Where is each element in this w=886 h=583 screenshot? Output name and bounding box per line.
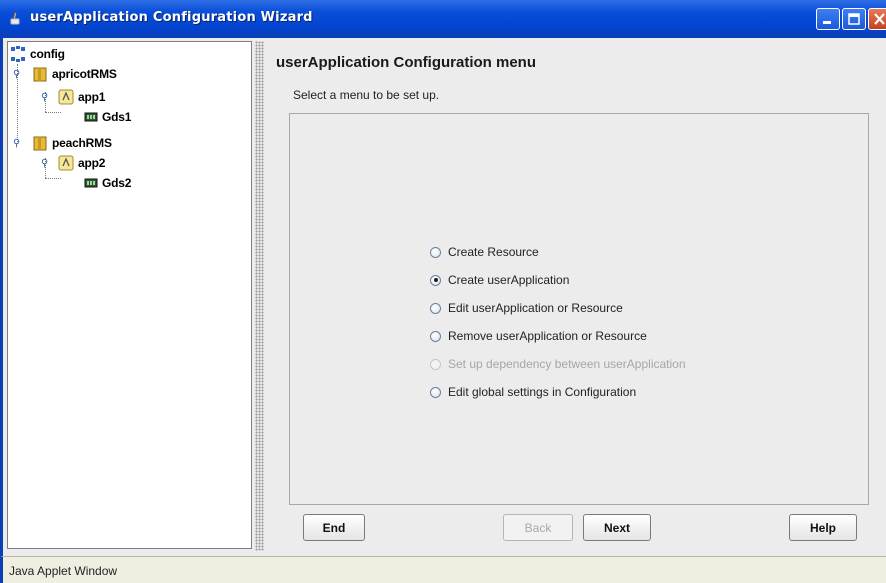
- option-set-up-dependency: Set up dependency between userApplicatio…: [430, 357, 686, 371]
- configuration-tree[interactable]: config ⚲ apricotRMS ⚲ app1 Gds1 ⚲ peachR…: [7, 41, 252, 549]
- status-text: Java Applet Window: [9, 564, 118, 578]
- radio-button[interactable]: [430, 274, 441, 286]
- option-label: Set up dependency between userApplicatio…: [448, 357, 686, 371]
- next-button[interactable]: Next: [583, 514, 651, 541]
- tree-node-gds1[interactable]: Gds1: [84, 109, 131, 125]
- radio-button[interactable]: [430, 386, 441, 398]
- option-create-resource[interactable]: Create Resource: [430, 245, 539, 259]
- title-bar: userApplication Configuration Wizard: [0, 0, 886, 38]
- tree-node-label: peachRMS: [52, 136, 112, 150]
- split-pane-divider[interactable]: [255, 41, 264, 551]
- tree-node-peachrms[interactable]: peachRMS: [32, 135, 112, 151]
- tree-node-label: apricotRMS: [52, 67, 117, 81]
- window-title: userApplication Configuration Wizard: [30, 10, 313, 25]
- tree-node-label: config: [30, 47, 65, 61]
- folder-icon: [33, 136, 47, 151]
- tree-node-label: app1: [78, 90, 106, 104]
- maximize-icon: [848, 13, 860, 25]
- tree-node-app1[interactable]: app1: [58, 89, 105, 105]
- option-remove-userapplication[interactable]: Remove userApplication or Resource: [430, 329, 647, 343]
- option-label: Edit global settings in Configuration: [448, 385, 637, 399]
- disk-resource-icon: [84, 112, 98, 122]
- close-button[interactable]: [868, 8, 886, 30]
- option-label: Create userApplication: [448, 273, 570, 287]
- option-label: Remove userApplication or Resource: [448, 329, 647, 343]
- option-label: Create Resource: [448, 245, 539, 259]
- option-label: Edit userApplication or Resource: [448, 301, 623, 315]
- help-button[interactable]: Help: [789, 514, 857, 541]
- tree-node-apricotrms[interactable]: apricotRMS: [32, 66, 117, 82]
- collapse-toggle-icon[interactable]: ⚲: [13, 138, 20, 149]
- tree-node-label: Gds2: [102, 176, 132, 190]
- application-icon: [58, 89, 74, 105]
- option-create-userapplication[interactable]: Create userApplication: [430, 273, 569, 287]
- radio-button[interactable]: [430, 302, 441, 314]
- back-button[interactable]: Back: [503, 514, 573, 541]
- minimize-icon: [823, 21, 831, 24]
- close-icon: [874, 13, 885, 25]
- page-title: userApplication Configuration menu: [276, 54, 537, 71]
- disk-resource-icon: [84, 178, 98, 188]
- collapse-toggle-icon[interactable]: ⚲: [13, 69, 20, 80]
- tree-node-label: app2: [78, 156, 106, 170]
- collapse-toggle-icon[interactable]: ⚲: [41, 158, 48, 169]
- end-button[interactable]: End: [303, 514, 365, 541]
- folder-icon: [33, 67, 47, 82]
- radio-button[interactable]: [430, 330, 441, 342]
- tree-line: [45, 112, 61, 113]
- status-bar: Java Applet Window: [0, 556, 886, 583]
- application-icon: [58, 155, 74, 171]
- tree-node-gds2[interactable]: Gds2: [84, 175, 131, 191]
- radio-button: [430, 358, 441, 370]
- radio-button[interactable]: [430, 246, 441, 258]
- minimize-button[interactable]: [816, 8, 840, 30]
- tree-node-app2[interactable]: app2: [58, 155, 105, 171]
- maximize-button[interactable]: [842, 8, 866, 30]
- tree-node-config[interactable]: config: [10, 46, 65, 62]
- tree-line: [45, 178, 61, 179]
- collapse-toggle-icon[interactable]: ⚲: [41, 92, 48, 103]
- tree-node-label: Gds1: [102, 110, 132, 124]
- config-icon: [11, 46, 25, 62]
- instruction-text: Select a menu to be set up.: [293, 88, 440, 102]
- option-edit-userapplication[interactable]: Edit userApplication or Resource: [430, 301, 623, 315]
- java-icon: [10, 12, 20, 25]
- option-edit-global-settings[interactable]: Edit global settings in Configuration: [430, 385, 636, 399]
